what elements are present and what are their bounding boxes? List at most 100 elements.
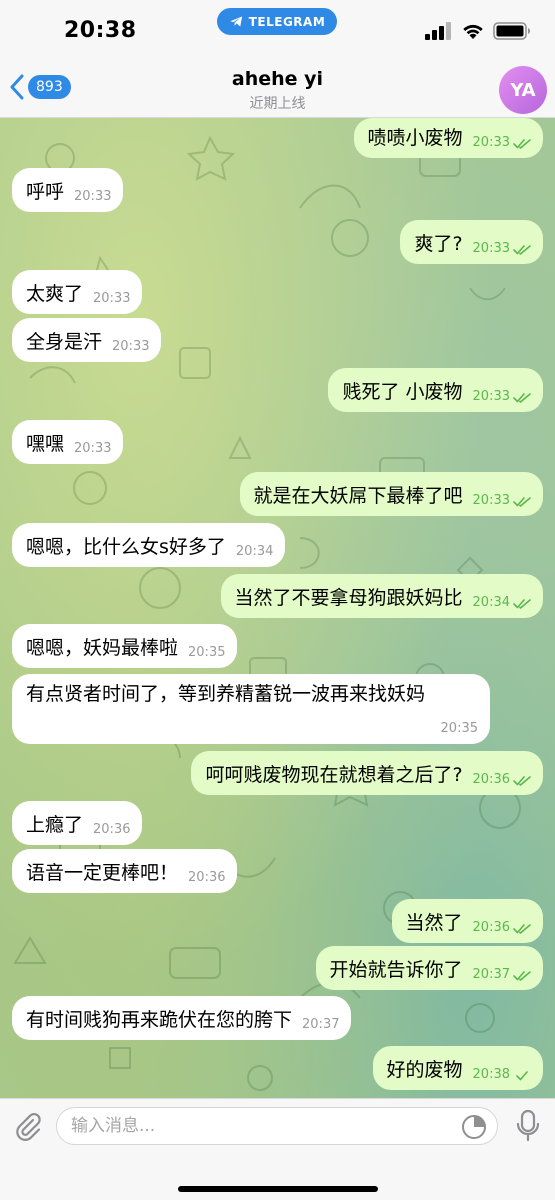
last-seen-status: 近期上线	[249, 96, 306, 112]
outgoing-message-bubble[interactable]: 开始就告诉你了 20:37	[315, 946, 543, 990]
message-text: 嘿嘿	[26, 433, 65, 455]
outgoing-message-bubble[interactable]: 就是在大妖屌下最棒了吧 20:33	[239, 472, 543, 516]
message-text: 当然了	[405, 912, 463, 934]
message-time: 20:33	[93, 291, 131, 306]
chat-header: 893 ahehe yi 近期上线 YA	[0, 62, 555, 118]
input-bar	[0, 1098, 555, 1200]
message-text: 有点贤者时间了，等到养精蓄锐一波再来找妖妈	[26, 683, 426, 705]
avatar-initials: YA	[510, 79, 536, 101]
incoming-message-bubble[interactable]: 上瘾了 20:36	[12, 801, 143, 845]
outgoing-message-bubble[interactable]: 呵呵贱废物现在就想着之后了? 20:36	[191, 751, 543, 795]
message-text: 上瘾了	[26, 814, 84, 836]
message-time: 20:36	[93, 822, 131, 837]
message-meta: 20:36	[473, 920, 531, 937]
incoming-message-bubble[interactable]: 语音一定更棒吧！ 20:36	[12, 849, 238, 893]
incoming-message-bubble[interactable]: 嗯嗯，比什么女s好多了 20:34	[12, 523, 286, 567]
double-check-icon	[513, 496, 531, 507]
message-meta: 20:33	[112, 339, 149, 356]
single-check-icon	[516, 1070, 528, 1080]
message-meta: 20:34	[473, 595, 531, 612]
message-time: 20:36	[472, 920, 510, 935]
message-time: 20:36	[188, 870, 226, 885]
message-field	[56, 1107, 498, 1145]
message-time: 20:37	[302, 1017, 340, 1032]
message-text: 开始就告诉你了	[329, 959, 463, 981]
signal-icon	[425, 22, 451, 40]
message-meta: 20:33	[93, 291, 130, 308]
message-time: 20:33	[472, 389, 510, 404]
incoming-message-bubble[interactable]: 有时间贱狗再来跪伏在您的胯下 20:37	[12, 996, 352, 1040]
message-time: 20:35	[188, 645, 226, 660]
message-time: 20:34	[235, 544, 274, 559]
message-meta: 20:33	[74, 441, 111, 458]
message-meta: 20:36	[188, 870, 225, 887]
double-check-icon	[513, 392, 531, 403]
message-meta: 20:37	[473, 967, 531, 984]
message-time: 20:33	[74, 189, 112, 204]
message-text: 当然了不要拿母狗跟妖妈比	[234, 587, 463, 609]
message-meta: 20:33	[473, 135, 531, 152]
message-text: 全身是汗	[26, 331, 103, 353]
message-meta: 20:36	[93, 822, 130, 839]
message-text: 啧啧小废物	[367, 127, 463, 149]
double-check-icon	[513, 138, 531, 149]
contact-avatar[interactable]: YA	[499, 66, 547, 114]
message-meta: 20:33	[74, 189, 111, 206]
status-time: 20:38	[64, 18, 137, 43]
wifi-icon	[463, 24, 483, 39]
message-text: 嗯嗯，比什么女s好多了	[26, 536, 226, 558]
double-check-icon	[513, 598, 531, 609]
paperclip-icon[interactable]	[12, 1111, 44, 1143]
message-meta: 20:36	[473, 772, 531, 789]
message-list[interactable]: 啧啧小废物 20:33 呼呼 20:33 爽了? 20:33 太爽了 20:33 全身是汗 20:…	[0, 118, 555, 1098]
microphone-icon[interactable]	[515, 1109, 541, 1143]
outgoing-message-bubble[interactable]: 当然了 20:36	[391, 899, 543, 943]
message-meta: 20:33	[473, 389, 531, 406]
message-text: 爽了?	[414, 233, 463, 255]
incoming-message-bubble[interactable]: 嘿嘿 20:33	[12, 420, 124, 464]
outgoing-message-bubble[interactable]: 好的废物 20:38	[372, 1046, 543, 1090]
telegram-pill[interactable]: TELEGRAM	[217, 8, 337, 35]
message-text: 呼呼	[26, 181, 65, 203]
message-text: 呵呵贱废物现在就想着之后了?	[205, 764, 463, 786]
outgoing-message-bubble[interactable]: 爽了? 20:33	[400, 220, 543, 264]
telegram-pill-label: TELEGRAM	[248, 14, 326, 29]
incoming-message-bubble[interactable]: 太爽了 20:33	[12, 270, 143, 314]
incoming-message-bubble[interactable]: 有点贤者时间了，等到养精蓄锐一波再来找妖妈 20:35	[12, 674, 490, 744]
incoming-message-bubble[interactable]: 全身是汗 20:33	[12, 318, 162, 362]
message-time: 20:33	[472, 241, 510, 256]
message-time: 20:33	[74, 441, 112, 456]
message-time: 20:33	[472, 135, 510, 150]
message-time: 20:33	[112, 339, 150, 354]
message-meta: 20:34	[236, 544, 273, 561]
message-meta: 20:33	[473, 241, 531, 258]
message-meta: 20:38	[473, 1067, 531, 1084]
incoming-message-bubble[interactable]: 呼呼 20:33	[12, 168, 124, 212]
double-check-icon	[513, 970, 531, 981]
double-check-icon	[513, 244, 531, 255]
incoming-message-bubble[interactable]: 嗯嗯，妖妈最棒啦 20:35	[12, 624, 238, 668]
message-text: 嗯嗯，妖妈最棒啦	[26, 637, 179, 659]
message-time: 20:38	[472, 1067, 510, 1082]
home-indicator	[178, 1186, 378, 1192]
double-check-icon	[513, 923, 531, 934]
message-time: 20:35	[440, 721, 478, 736]
message-time: 20:36	[472, 772, 510, 787]
double-check-icon	[513, 775, 531, 786]
chat-title[interactable]: ahehe yi	[0, 68, 555, 90]
status-bar: 20:38 TELEGRAM	[0, 0, 555, 62]
message-input[interactable]	[71, 1108, 451, 1144]
message-text: 好的废物	[386, 1059, 463, 1081]
sticker-icon[interactable]	[461, 1114, 487, 1140]
message-meta: 20:35	[188, 645, 225, 662]
message-meta: 20:33	[473, 493, 531, 510]
message-text: 语音一定更棒吧！	[26, 862, 179, 884]
outgoing-message-bubble[interactable]: 啧啧小废物 20:33	[353, 118, 543, 158]
message-text: 贱死了 小废物	[342, 381, 463, 403]
telegram-icon	[229, 16, 242, 27]
message-text: 有时间贱狗再来跪伏在您的胯下	[26, 1009, 293, 1031]
outgoing-message-bubble[interactable]: 贱死了 小废物 20:33	[328, 368, 543, 412]
message-text: 就是在大妖屌下最棒了吧	[253, 485, 463, 507]
message-meta: 20:37	[302, 1017, 339, 1034]
outgoing-message-bubble[interactable]: 当然了不要拿母狗跟妖妈比 20:34	[220, 574, 543, 618]
